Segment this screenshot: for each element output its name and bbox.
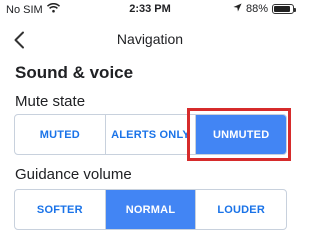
mute-option-alerts-only[interactable]: ALERTS ONLY [106,115,197,154]
battery-level-fill [274,6,290,12]
volume-option-louder[interactable]: LOUDER [196,190,286,229]
nav-header: Navigation [0,24,300,56]
volume-option-normal[interactable]: NORMAL [105,190,197,229]
page-title: Navigation [116,31,184,47]
guidance-volume-control: SOFTER NORMAL LOUDER [14,189,287,230]
guidance-volume-label: Guidance volume [15,166,132,183]
volume-option-softer[interactable]: SOFTER [15,190,106,229]
mute-state-label: Mute state [15,93,86,110]
status-bar: No SIM 2:33 PM 88% [0,0,300,20]
battery-icon [272,4,296,14]
mute-option-muted[interactable]: MUTED [15,115,106,154]
mute-state-control: MUTED ALERTS ONLY UNMUTED [14,114,287,155]
battery-percent: 88% [245,3,268,15]
mute-option-unmuted[interactable]: UNMUTED [196,115,286,154]
location-arrow-icon [233,3,242,15]
status-right: 88% [233,3,296,15]
section-title: Sound & voice [15,63,134,82]
